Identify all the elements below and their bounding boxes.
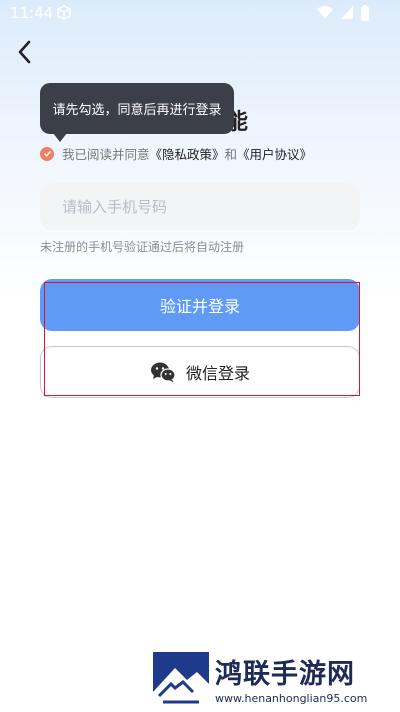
site-watermark: 鸿联手游网 www.henanhonglian95.com — [153, 652, 393, 708]
verify-login-button[interactable]: 验证并登录 — [40, 279, 360, 331]
wechat-icon — [150, 361, 176, 383]
auto-register-hint: 未注册的手机号验证通过后将自动注册 — [40, 240, 245, 254]
agreement-tooltip: 请先勾选，同意后再进行登录 — [40, 83, 234, 134]
phone-number-input[interactable] — [40, 183, 360, 230]
agreement-prefix: 我已阅读并同意 — [62, 147, 150, 162]
watermark-url: www.henanhonglian95.com — [215, 692, 368, 705]
user-agreement-link[interactable]: 《用户协议》 — [237, 144, 312, 163]
wechat-login-label: 微信登录 — [185, 364, 250, 383]
privacy-policy-link[interactable]: 《隐私政策》 — [150, 144, 225, 163]
tooltip-arrow — [53, 133, 67, 142]
agreement-checkbox[interactable] — [40, 146, 54, 161]
status-bar: 11:44 — [0, 0, 400, 26]
battery-icon — [360, 5, 370, 25]
watermark-name: 鸿联手游网 — [215, 659, 355, 690]
agreement-row: 我已阅读并同意 《隐私政策》 和 《用户协议》 — [40, 144, 312, 163]
status-icons — [316, 5, 370, 25]
agreement-conjunction: 和 — [224, 147, 238, 162]
verify-login-label: 验证并登录 — [159, 297, 240, 316]
signal-icon — [340, 5, 354, 25]
back-button[interactable] — [12, 38, 40, 66]
wechat-login-button[interactable]: 微信登录 — [40, 346, 360, 398]
cube-icon — [55, 4, 73, 26]
status-time: 11:44 — [10, 4, 54, 22]
check-icon — [43, 150, 51, 157]
tooltip-text: 请先勾选，同意后再进行登录 — [52, 103, 222, 118]
wifi-icon — [316, 5, 334, 25]
chevron-left-icon — [12, 40, 40, 70]
watermark-logo-icon — [153, 652, 209, 712]
